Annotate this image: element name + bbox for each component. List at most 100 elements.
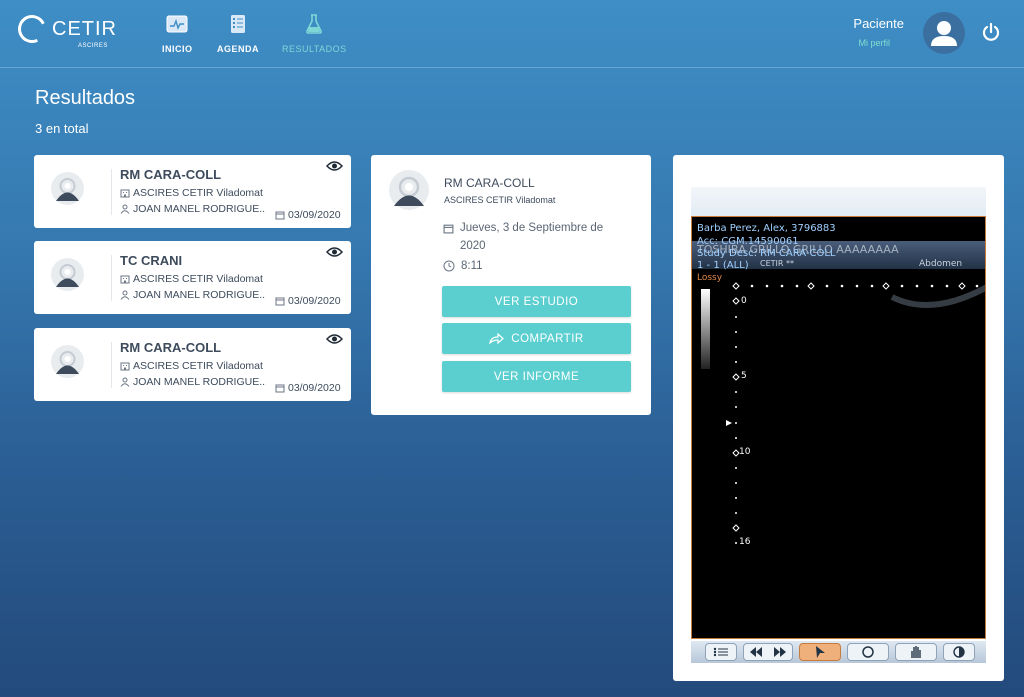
scale-tick: 16 (739, 537, 751, 547)
user-name: Paciente (853, 16, 904, 31)
result-card[interactable]: RM CARA-COLL ASCIRES CETIR Viladomat JOA… (34, 328, 351, 401)
scanner-thumbnail (51, 258, 84, 291)
eye-icon[interactable] (326, 246, 343, 258)
view-report-button[interactable]: VER INFORME (442, 361, 631, 392)
detail-date-label: Jueves, 3 de Septiembre de 2020 (460, 222, 604, 252)
rewind-forward-icon (750, 647, 786, 657)
series-info: 1 - 1 (ALL) (697, 260, 749, 271)
person-icon (120, 377, 130, 387)
magnifier-icon (862, 646, 874, 658)
detail-title: RM CARA-COLL (444, 176, 535, 190)
results-count: 3 en total (35, 121, 89, 136)
flask-icon (303, 14, 325, 34)
card-divider (111, 342, 112, 388)
scale-tick: 10 (739, 447, 751, 457)
contrast-tool-button[interactable] (943, 643, 975, 661)
result-date: 03/09/2020 (275, 209, 341, 221)
calendar-icon (275, 384, 285, 393)
card-divider (111, 255, 112, 301)
prev-next-button[interactable] (743, 643, 793, 661)
result-center-label: ASCIRES CETIR Viladomat (133, 187, 263, 199)
logo-text: CETIR (52, 17, 117, 40)
logo-ring-icon (14, 11, 50, 47)
study-desc: Study Desc: RM CARA-COLL (697, 248, 836, 259)
zoom-tool-button[interactable] (847, 643, 889, 661)
result-title: TC CRANI (120, 253, 183, 268)
pointer-tool-button[interactable] (799, 643, 841, 661)
scale-ruler (726, 282, 985, 544)
mri-scanner-icon (56, 351, 79, 374)
result-card[interactable]: RM CARA-COLL ASCIRES CETIR Viladomat JOA… (34, 155, 351, 228)
pan-tool-button[interactable] (895, 643, 937, 661)
region-label: Abdomen (919, 259, 963, 269)
nav-inicio[interactable]: INICIO (162, 14, 193, 54)
eye-icon[interactable] (326, 333, 343, 345)
mri-scanner-icon (56, 264, 79, 287)
calendar-icon (275, 297, 285, 306)
nav-resultados-label: RESULTADOS (282, 44, 347, 54)
result-date-label: 03/09/2020 (288, 209, 341, 221)
share-arrow-icon (489, 333, 505, 344)
result-date-label: 03/09/2020 (288, 295, 341, 307)
scale-tick: 0 (741, 296, 747, 306)
mri-scanner-icon (56, 178, 79, 201)
result-center: ASCIRES CETIR Viladomat (120, 360, 263, 372)
result-center-label: ASCIRES CETIR Viladomat (133, 273, 263, 285)
result-center-label: ASCIRES CETIR Viladomat (133, 360, 263, 372)
result-date-label: 03/09/2020 (288, 382, 341, 394)
view-study-label: VER ESTUDIO (494, 295, 579, 308)
clipboard-list-icon (227, 14, 249, 34)
detail-time: 8:11 (443, 260, 483, 272)
result-center: ASCIRES CETIR Viladomat (120, 187, 263, 199)
detail-center: ASCIRES CETIR Viladomat (444, 195, 556, 205)
result-center: ASCIRES CETIR Viladomat (120, 273, 263, 285)
series-list-button[interactable] (705, 643, 737, 661)
result-doctor: JOAN MANEL RODRIGUE... (120, 203, 266, 215)
result-title: RM CARA-COLL (120, 167, 222, 182)
overlay-text-2: CETIR ** (760, 259, 794, 268)
page-title: Resultados (35, 87, 136, 109)
result-card[interactable]: TC CRANI ASCIRES CETIR Viladomat JOAN MA… (34, 241, 351, 314)
scale-tick: 5 (741, 371, 747, 381)
logo-subtext: ASCIRES (78, 43, 108, 49)
result-doctor-label: JOAN MANEL RODRIGUE... (133, 203, 266, 215)
building-icon (120, 362, 130, 371)
view-report-label: VER INFORME (493, 370, 580, 383)
result-date: 03/09/2020 (275, 382, 341, 394)
avatar[interactable] (923, 12, 965, 54)
profile-link[interactable]: Mi perfil (853, 38, 890, 48)
detail-time-label: 8:11 (461, 260, 483, 272)
result-doctor-label: JOAN MANEL RODRIGUE... (133, 289, 266, 301)
result-doctor: JOAN MANEL RODRIGUE... (120, 289, 266, 301)
nav-agenda[interactable]: AGENDA (217, 14, 259, 54)
chart-monitor-icon (166, 14, 188, 34)
share-label: COMPARTIR (511, 332, 584, 345)
cetir-logo[interactable]: CETIR ASCIRES (14, 11, 117, 49)
result-doctor: JOAN MANEL RODRIGUE... (120, 376, 266, 388)
person-icon (120, 204, 130, 214)
calendar-icon (275, 211, 285, 220)
viewer-toolbar (691, 641, 986, 663)
power-icon[interactable] (981, 22, 1001, 42)
view-study-button[interactable]: VER ESTUDIO (442, 286, 631, 317)
person-icon (120, 290, 130, 300)
building-icon (120, 275, 130, 284)
result-date: 03/09/2020 (275, 295, 341, 307)
eye-icon[interactable] (326, 160, 343, 172)
share-button[interactable]: COMPARTIR (442, 323, 631, 354)
user-menu[interactable]: Paciente Mi perfil (853, 16, 904, 48)
clock-icon (443, 260, 455, 272)
calendar-icon (443, 224, 454, 234)
nav-resultados[interactable]: RESULTADOS (282, 14, 347, 54)
patient-info: Barba Perez, Alex, 3796883 (697, 223, 836, 234)
building-icon (120, 189, 130, 198)
viewer-header-bar (691, 187, 986, 217)
result-title: RM CARA-COLL (120, 340, 222, 355)
scanner-thumbnail (389, 170, 429, 210)
card-divider (111, 169, 112, 215)
cursor-arrow-icon (816, 646, 825, 658)
scanner-thumbnail (51, 172, 84, 205)
dicom-viewer[interactable]: Barba Perez, Alex, 3796883 Acc: CGM.1459… (691, 216, 986, 639)
contrast-icon (953, 646, 965, 658)
nav-agenda-label: AGENDA (217, 44, 260, 54)
